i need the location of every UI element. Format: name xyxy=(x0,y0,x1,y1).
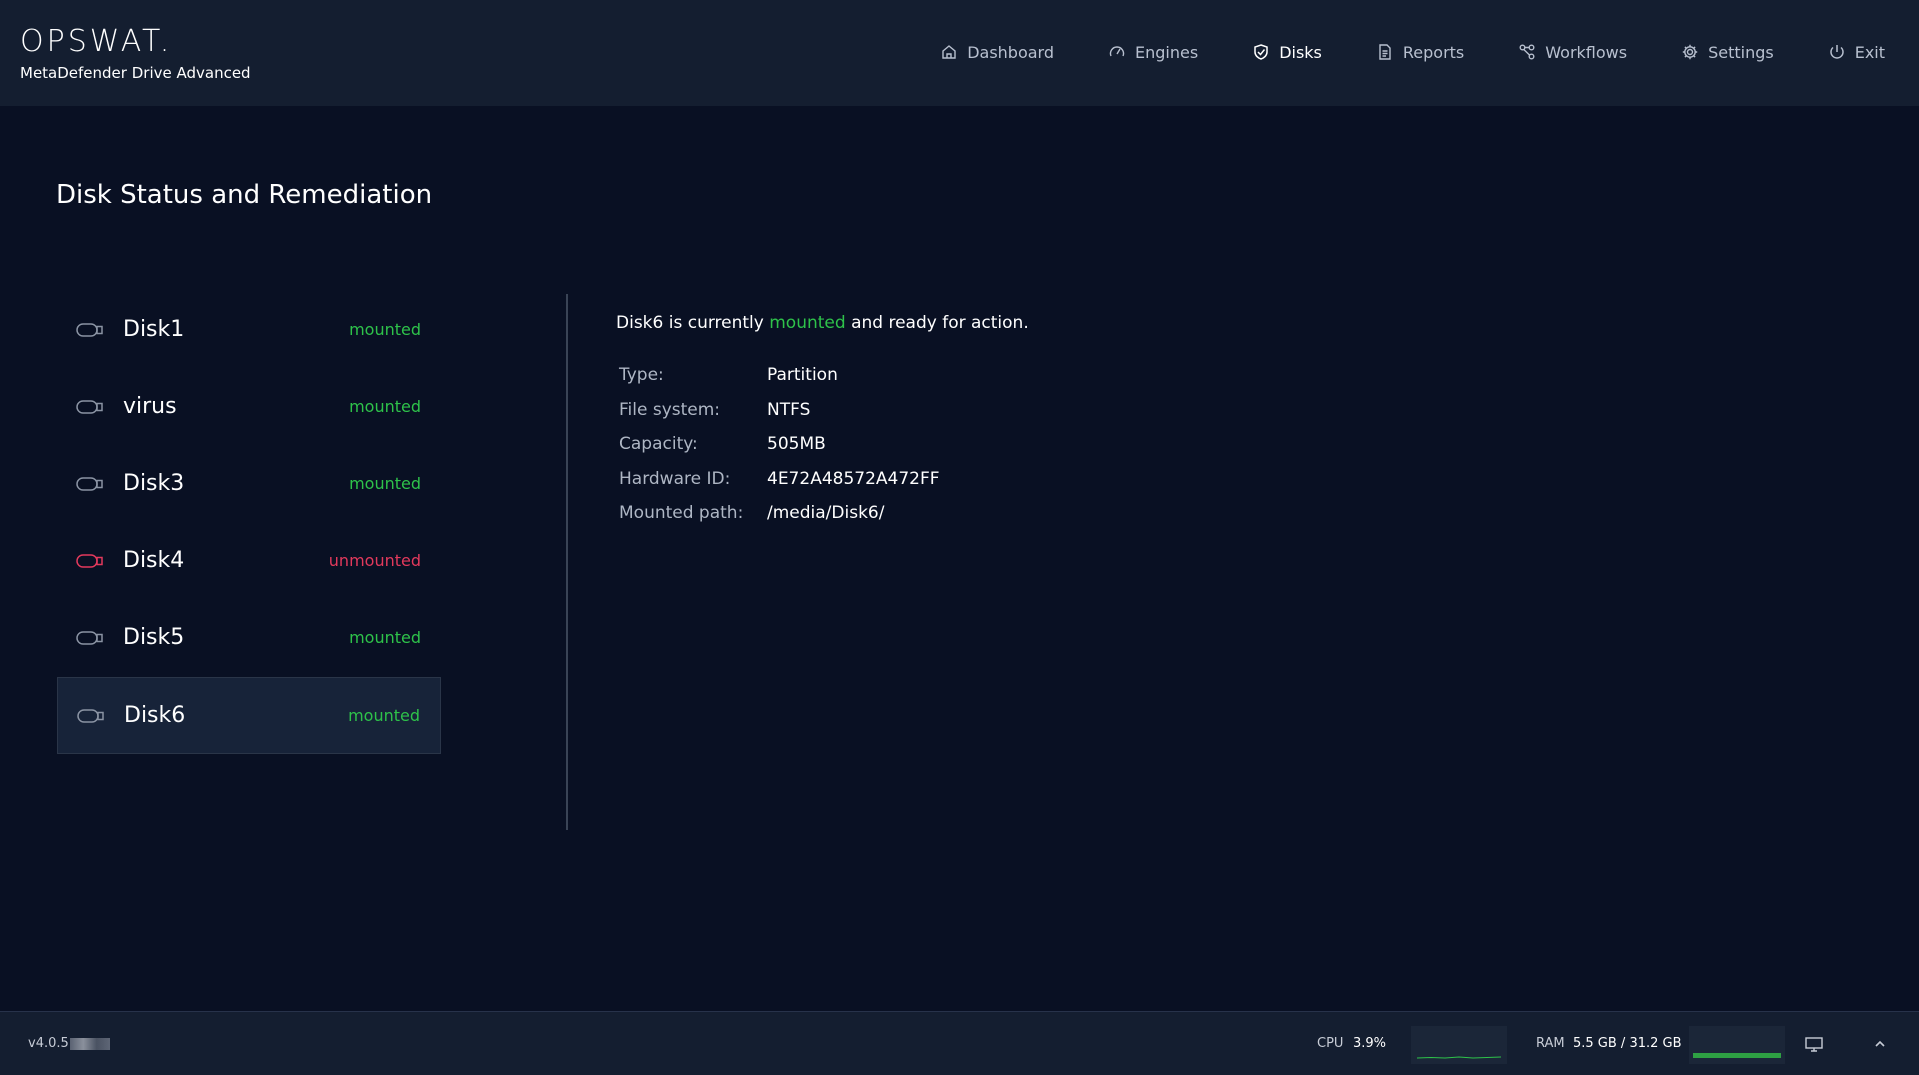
prop-label: Hardware ID: xyxy=(619,468,731,489)
opswat-logo: OPSWAT. xyxy=(20,24,173,59)
nav-disks[interactable]: Disks xyxy=(1252,36,1322,68)
disk-item-virus[interactable]: virus mounted xyxy=(57,369,441,446)
disk-status: mounted xyxy=(349,320,421,339)
usb-drive-icon xyxy=(76,400,103,414)
nav-dashboard-label: Dashboard xyxy=(967,42,1055,62)
prop-value: Partition xyxy=(767,365,838,386)
disk-name: Disk6 xyxy=(124,703,186,728)
prop-value: /media/Disk6/ xyxy=(767,503,885,524)
summary-suffix: and ready for action. xyxy=(851,313,1029,333)
ram-label: RAM xyxy=(1536,1036,1565,1051)
ram-sparkline xyxy=(1689,1026,1785,1064)
document-icon xyxy=(1379,44,1391,60)
disk-item-disk6[interactable]: Disk6 mounted xyxy=(57,677,441,754)
cpu-value: 3.9% xyxy=(1353,1036,1387,1051)
prop-value: 4E72A48572A472FF xyxy=(767,468,940,489)
usb-drive-icon xyxy=(76,554,103,568)
disk-item-disk4[interactable]: Disk4 unmounted xyxy=(57,523,441,600)
disk-status: unmounted xyxy=(328,551,421,570)
usb-drive-icon xyxy=(76,323,103,337)
disk-status: mounted xyxy=(349,628,421,647)
nav-workflows-label: Workflows xyxy=(1545,42,1628,62)
prop-label: Capacity: xyxy=(619,434,698,455)
top-header: OPSWAT. MetaDefender Drive Advanced Dash… xyxy=(0,0,1919,106)
brand: OPSWAT. MetaDefender Drive Advanced xyxy=(20,24,251,83)
gear-icon xyxy=(1682,44,1698,60)
nav-reports[interactable]: Reports xyxy=(1376,36,1464,68)
disk-name: Disk3 xyxy=(123,471,185,496)
prop-row-type: Type: Partition xyxy=(616,358,1029,393)
disk-item-disk3[interactable]: Disk3 mounted xyxy=(57,446,441,523)
disk-summary: Disk6 is currently mounted and ready for… xyxy=(616,310,1029,336)
home-icon xyxy=(942,45,956,59)
prop-row-file-system: File system: NTFS xyxy=(616,393,1029,428)
summary-status: mounted xyxy=(769,313,846,333)
disk-name: Disk4 xyxy=(123,548,185,573)
panel-divider xyxy=(566,294,568,830)
chevron-up-icon[interactable] xyxy=(1870,1035,1890,1053)
cpu-label: CPU xyxy=(1317,1036,1344,1051)
nav-exit[interactable]: Exit xyxy=(1828,36,1885,68)
prop-value: 505MB xyxy=(767,434,826,455)
nav-reports-label: Reports xyxy=(1402,42,1465,62)
disk-name: Disk1 xyxy=(123,317,185,342)
cpu-sparkline xyxy=(1411,1026,1507,1064)
prop-label: File system: xyxy=(619,399,721,420)
disk-item-disk1[interactable]: Disk1 mounted xyxy=(57,292,441,369)
usb-drive-icon xyxy=(76,477,103,491)
nav-engines-label: Engines xyxy=(1135,42,1199,62)
disk-status: mounted xyxy=(348,706,420,725)
disk-details-panel: Disk6 is currently mounted and ready for… xyxy=(616,310,1029,531)
product-name: MetaDefender Drive Advanced xyxy=(20,64,251,82)
power-icon xyxy=(1829,45,1844,59)
prop-label: Type: xyxy=(619,365,664,386)
nav-settings[interactable]: Settings xyxy=(1681,36,1774,68)
shield-check-icon xyxy=(1254,44,1268,60)
cpu-sparkline-graph xyxy=(1416,1056,1502,1059)
disk-item-disk5[interactable]: Disk5 mounted xyxy=(57,600,441,677)
summary-prefix: Disk6 is currently xyxy=(616,313,764,333)
nav-workflows[interactable]: Workflows xyxy=(1518,36,1627,68)
nav-engines[interactable]: Engines xyxy=(1108,36,1198,68)
prop-row-capacity: Capacity: 505MB xyxy=(616,427,1029,462)
usb-drive-icon xyxy=(76,631,103,645)
status-bar: v4.0.5 CPU 3.9% RAM 5.5 GB / 31.2 GB xyxy=(0,1011,1919,1075)
disk-properties: Type: Partition File system: NTFS Capaci… xyxy=(616,358,1029,531)
nav-settings-label: Settings xyxy=(1708,42,1774,62)
main-nav: Dashboard Engines Disks Reports Workflow… xyxy=(886,36,1885,68)
nav-dashboard[interactable]: Dashboard xyxy=(940,36,1054,68)
disk-status: mounted xyxy=(349,474,421,493)
monitor-icon[interactable] xyxy=(1804,1035,1824,1053)
ram-sparkline-graph xyxy=(1693,1053,1781,1058)
prop-row-hardware-id: Hardware ID: 4E72A48572A472FF xyxy=(616,462,1029,497)
nav-exit-label: Exit xyxy=(1854,42,1885,62)
nav-disks-label: Disks xyxy=(1279,42,1322,62)
prop-label: Mounted path: xyxy=(619,503,744,524)
ram-value: 5.5 GB / 31.2 GB xyxy=(1573,1036,1682,1051)
page-title: Disk Status and Remediation xyxy=(56,180,433,210)
disk-status: mounted xyxy=(349,397,421,416)
workflow-icon xyxy=(1519,44,1535,60)
gauge-icon xyxy=(1109,46,1125,57)
disk-list: Disk1 mounted virus mounted Disk3 mounte… xyxy=(57,292,441,754)
version-label: v4.0.5 xyxy=(28,1036,110,1051)
disk-name: Disk5 xyxy=(123,625,185,650)
prop-value: NTFS xyxy=(767,399,811,420)
disk-name: virus xyxy=(123,394,177,419)
ram-usage-bar xyxy=(1693,1053,1781,1058)
version-text: v4.0.5 xyxy=(28,1036,69,1051)
version-redacted xyxy=(69,1037,110,1050)
prop-row-mounted-path: Mounted path: /media/Disk6/ xyxy=(616,496,1029,531)
usb-drive-icon xyxy=(77,709,104,723)
